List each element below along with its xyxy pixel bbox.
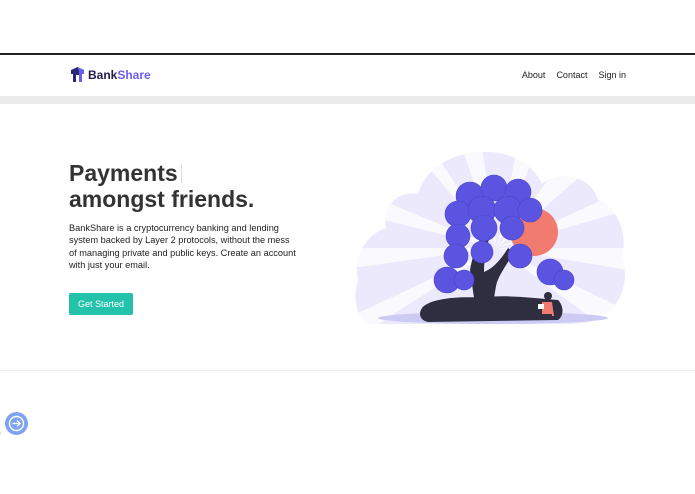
hero-title-line-1: Payments (69, 160, 178, 186)
bank-logo-icon (71, 67, 84, 82)
nav-link-about[interactable]: About (522, 70, 546, 80)
nav-link-contact[interactable]: Contact (556, 70, 587, 80)
hero-title-line-2: amongst friends. (69, 186, 255, 212)
brand-name: BankShare (88, 67, 151, 82)
hero-title: Payments amongst friends. (69, 160, 254, 212)
arrow-right-circle-icon (8, 415, 25, 432)
floating-action-button[interactable] (5, 412, 28, 435)
typing-caret (180, 165, 182, 183)
navbar-divider (0, 96, 695, 104)
nav-link-sign-in[interactable]: Sign in (598, 70, 626, 80)
get-started-button[interactable]: Get Started (69, 293, 133, 315)
navbar: BankShare About Contact Sign in (0, 55, 695, 96)
hero-description: BankShare is a cryptocurrency banking an… (69, 223, 296, 270)
section-divider (0, 370, 695, 371)
person-reading-under-tree-illustration (355, 151, 626, 324)
edge-mark: ' (0, 433, 2, 439)
brand-logo-link[interactable]: BankShare (70, 66, 151, 83)
nav-links: About Contact Sign in (522, 70, 626, 80)
